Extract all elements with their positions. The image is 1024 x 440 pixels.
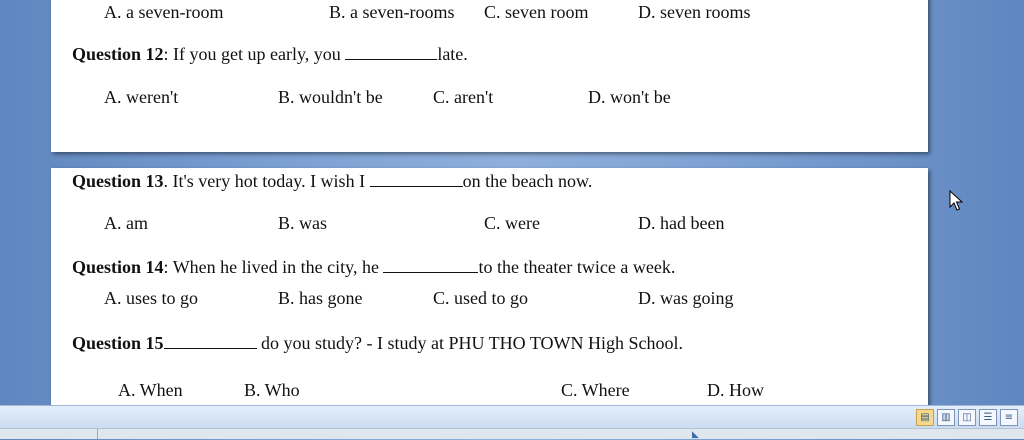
q11-option-d: D. seven rooms	[638, 2, 751, 22]
answer-blank	[345, 45, 438, 60]
answer-blank	[383, 258, 479, 273]
q14-option-c: C. used to go	[433, 288, 529, 308]
q12-option-c: C. aren't	[433, 87, 494, 107]
question-14-label: Question 14	[72, 257, 164, 277]
question-12-text-after: late.	[437, 44, 468, 64]
document-page-1: A. a seven-room B. a seven-rooms C. seve…	[51, 0, 928, 152]
question-13: Question 13. It's very hot today. I wish…	[72, 171, 592, 191]
taskbar: ◣	[0, 428, 1024, 440]
answer-blank	[163, 334, 257, 349]
question-14-text-before: : When he lived in the city, he	[163, 257, 384, 277]
question-13-text-before: . It's very hot today. I wish I	[163, 171, 370, 191]
q13-option-a: A. am	[104, 213, 148, 233]
question-12-text-before: : If you get up early, you	[163, 44, 346, 64]
q11-option-a: A. a seven-room	[104, 2, 224, 22]
q13-option-c: C. were	[484, 213, 540, 233]
full-screen-reading-view-icon[interactable]: ▥	[937, 409, 955, 426]
question-12-label: Question 12	[72, 44, 164, 64]
draft-view-icon[interactable]: ≡	[1000, 409, 1018, 426]
question-13-label: Question 13	[72, 171, 164, 191]
document-page-2: Question 13. It's very hot today. I wish…	[51, 168, 928, 408]
q15-option-b: B. Who	[244, 380, 300, 400]
q14-option-d: D. was going	[638, 288, 734, 308]
q15-option-d: D. How	[707, 380, 764, 400]
question-13-text-after: on the beach now.	[462, 171, 593, 191]
question-14: Question 14: When he lived in the city, …	[72, 257, 675, 277]
q15-option-c: C. Where	[561, 380, 630, 400]
web-layout-view-icon[interactable]: ◫	[958, 409, 976, 426]
q11-option-c: C. seven room	[484, 2, 589, 22]
status-bar: ▤ ▥ ◫ ☰ ≡	[0, 405, 1024, 428]
answer-blank	[369, 172, 463, 187]
q12-option-a: A. weren't	[104, 87, 179, 107]
q14-option-a: A. uses to go	[104, 288, 198, 308]
q12-option-d: D. won't be	[588, 87, 671, 107]
question-14-text-after: to the theater twice a week.	[478, 257, 676, 277]
question-12: Question 12: If you get up early, you la…	[72, 44, 468, 64]
q13-option-b: B. was	[278, 213, 327, 233]
q14-option-b: B. has gone	[278, 288, 363, 308]
q12-option-b: B. wouldn't be	[278, 87, 383, 107]
outline-view-icon[interactable]: ☰	[979, 409, 997, 426]
question-15: Question 15 do you study? - I study at P…	[72, 333, 683, 353]
question-15-label: Question 15	[72, 333, 164, 353]
q15-option-a: A. When	[118, 380, 183, 400]
q13-option-d: D. had been	[638, 213, 725, 233]
print-layout-view-icon[interactable]: ▤	[916, 409, 934, 426]
taskbar-arrow-icon[interactable]: ◣	[692, 430, 699, 440]
mouse-cursor-icon	[949, 190, 963, 211]
view-buttons: ▤ ▥ ◫ ☰ ≡	[916, 409, 1018, 426]
q11-option-b: B. a seven-rooms	[329, 2, 455, 22]
question-15-text-after: do you study? - I study at PHU THO TOWN …	[256, 333, 684, 353]
